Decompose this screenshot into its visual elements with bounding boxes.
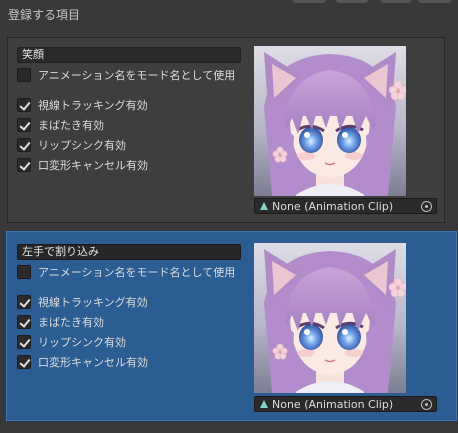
use-animation-name-row[interactable]: アニメーション名をモード名として使用 — [17, 67, 235, 83]
toolbar-button[interactable] — [418, 0, 452, 3]
avatar-preview-image — [254, 46, 406, 196]
blink-row[interactable]: まばたき有効 — [17, 314, 104, 330]
mode-name-field[interactable]: 左手で割り込み — [17, 244, 241, 260]
animation-clip-icon — [260, 400, 268, 408]
eye-tracking-checkbox[interactable] — [17, 98, 31, 112]
eye-tracking-label: 視線トラッキング有効 — [38, 99, 148, 112]
section-title: 登録する項目 — [8, 8, 81, 22]
mouth-morph-cancel-checkbox[interactable] — [17, 158, 31, 172]
object-picker-icon[interactable] — [421, 398, 432, 410]
blink-checkbox[interactable] — [17, 315, 31, 329]
animation-clip-field[interactable]: None (Animation Clip) — [254, 396, 437, 412]
lip-sync-checkbox[interactable] — [17, 335, 31, 349]
toolbar-button[interactable] — [380, 0, 412, 3]
eye-tracking-checkbox[interactable] — [17, 295, 31, 309]
avatar-preview — [254, 46, 406, 196]
blink-checkbox[interactable] — [17, 118, 31, 132]
lip-sync-label: リップシンク有効 — [38, 336, 126, 349]
mouth-morph-cancel-row[interactable]: 口変形キャンセル有効 — [17, 354, 148, 370]
eye-tracking-row[interactable]: 視線トラッキング有効 — [17, 97, 148, 113]
animation-clip-value: None (Animation Clip) — [272, 397, 394, 411]
mouth-morph-cancel-checkbox[interactable] — [17, 355, 31, 369]
use-animation-name-checkbox[interactable] — [17, 265, 31, 279]
blink-label: まばたき有効 — [38, 119, 104, 132]
blink-row[interactable]: まばたき有効 — [17, 117, 104, 133]
use-animation-name-row[interactable]: アニメーション名をモード名として使用 — [17, 264, 235, 280]
toolbar-button[interactable] — [292, 0, 326, 3]
use-animation-name-checkbox[interactable] — [17, 68, 31, 82]
eye-tracking-row[interactable]: 視線トラッキング有効 — [17, 294, 148, 310]
registration-item[interactable]: 笑顔 アニメーション名をモード名として使用 視線トラッキング有効 まばたき有効 … — [7, 37, 445, 223]
use-animation-name-label: アニメーション名をモード名として使用 — [38, 266, 236, 279]
mouth-morph-cancel-label: 口変形キャンセル有効 — [38, 159, 148, 172]
mouth-morph-cancel-label: 口変形キャンセル有効 — [38, 356, 148, 369]
blink-label: まばたき有効 — [38, 316, 104, 329]
animation-clip-value: None (Animation Clip) — [272, 199, 394, 213]
avatar-preview-image — [254, 243, 406, 393]
lip-sync-row[interactable]: リップシンク有効 — [17, 334, 126, 350]
mode-name-field[interactable]: 笑顔 — [17, 47, 241, 63]
registration-item-selected[interactable]: 左手で割り込み アニメーション名をモード名として使用 視線トラッキング有効 まば… — [6, 231, 457, 421]
mouth-morph-cancel-row[interactable]: 口変形キャンセル有効 — [17, 157, 148, 173]
lip-sync-row[interactable]: リップシンク有効 — [17, 137, 126, 153]
use-animation-name-label: アニメーション名をモード名として使用 — [38, 69, 236, 82]
lip-sync-checkbox[interactable] — [17, 138, 31, 152]
animation-clip-field[interactable]: None (Animation Clip) — [254, 198, 437, 214]
eye-tracking-label: 視線トラッキング有効 — [38, 296, 148, 309]
object-picker-icon[interactable] — [421, 200, 432, 212]
avatar-preview — [254, 243, 406, 393]
toolbar-button[interactable] — [336, 0, 368, 3]
lip-sync-label: リップシンク有効 — [38, 139, 126, 152]
animation-clip-icon — [260, 202, 268, 210]
